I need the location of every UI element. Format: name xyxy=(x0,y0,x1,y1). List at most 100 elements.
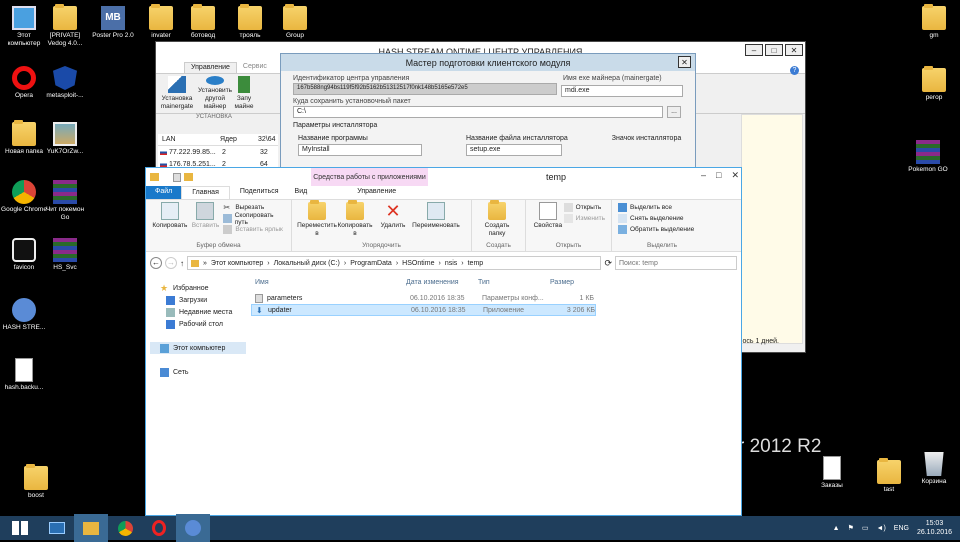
maximize-button[interactable]: □ xyxy=(765,44,783,56)
deselect-button[interactable]: Снять выделение xyxy=(618,213,706,224)
program-name-field[interactable]: MyInstall xyxy=(298,144,422,156)
desktop-left-icon-4[interactable]: ботовод xyxy=(179,4,227,40)
help-icon[interactable]: ? xyxy=(790,66,799,75)
taskbar-powershell[interactable] xyxy=(40,514,74,542)
delete-button[interactable]: ✕ Удалить xyxy=(374,202,412,238)
search-input[interactable] xyxy=(615,256,737,270)
save-path-field[interactable]: C:\ xyxy=(293,106,663,118)
nav-this-pc[interactable]: Этот компьютер xyxy=(150,342,246,354)
tab-home[interactable]: Главная xyxy=(181,186,230,199)
breadcrumb-disk-c[interactable]: Локальный диск (C:) xyxy=(274,260,340,267)
desktop-left-icon-8[interactable]: metasploit-... xyxy=(41,66,89,100)
tray-flag-icon[interactable]: ⚑ xyxy=(848,524,854,532)
close-button[interactable]: ✕ xyxy=(731,170,739,181)
refresh-icon[interactable]: ⟳ xyxy=(604,258,612,269)
desktop-right-icon-2[interactable]: Pokemon GO xyxy=(904,140,952,174)
select-all-button[interactable]: Выделить все xyxy=(618,202,706,213)
desktop-left-icon-1[interactable]: [PRIVATE] Vedog 4.0... xyxy=(41,4,89,48)
breadcrumb-nsis[interactable]: nsis xyxy=(445,260,457,267)
col-date[interactable]: Дата изменения xyxy=(406,279,478,286)
quick-access-folder-icon[interactable] xyxy=(150,173,159,181)
tab-manage[interactable]: Управление xyxy=(347,186,406,199)
copy-button[interactable]: Копировать xyxy=(152,202,188,235)
up-arrow-icon[interactable]: ↑ xyxy=(180,259,184,268)
language-indicator[interactable]: ENG xyxy=(894,525,909,532)
taskbar-opera[interactable] xyxy=(142,514,176,542)
wizard-close-button[interactable]: ✕ xyxy=(678,56,691,68)
tray-up-arrow-icon[interactable]: ▲ xyxy=(833,525,840,532)
file-row[interactable]: ⬇ updater 06.10.2016 18:35 Приложение 3 … xyxy=(251,304,596,316)
tab-view[interactable]: Вид xyxy=(289,186,314,199)
desktop-right-icon-1[interactable]: perop xyxy=(910,66,958,102)
col-arch[interactable]: 32\64 xyxy=(258,136,276,143)
col-cores[interactable]: Ядер xyxy=(220,136,258,143)
copy-path-button[interactable]: Скопировать путь xyxy=(223,212,285,226)
taskbar-chrome[interactable] xyxy=(108,514,142,542)
desktop-left-icon-17[interactable]: boost xyxy=(12,464,60,500)
desktop-left-icon-14[interactable]: HS_Svc xyxy=(41,238,89,272)
wizard-window[interactable]: Мастер подготовки клиентского модуля ✕ И… xyxy=(280,53,696,181)
minimize-button[interactable]: – xyxy=(745,44,763,56)
nav-favorites[interactable]: ★ Избранное xyxy=(160,282,246,294)
new-folder-button[interactable]: Создать папку xyxy=(478,200,516,238)
installer-file-field[interactable]: setup.exe xyxy=(466,144,562,156)
back-arrow-icon[interactable]: ← xyxy=(150,257,162,269)
col-name[interactable]: Имя xyxy=(251,279,406,286)
desktop-left-icon-3[interactable]: invater xyxy=(137,4,185,40)
nav-downloads[interactable]: Загрузки xyxy=(160,294,246,306)
nav-recent[interactable]: Недавние места xyxy=(160,306,246,318)
desktop-left-icon-15[interactable]: HASH STRE... xyxy=(0,298,48,332)
paste-button[interactable]: Вставить xyxy=(188,202,224,235)
browse-button[interactable]: ... xyxy=(667,106,681,118)
maximize-button[interactable]: □ xyxy=(716,170,721,181)
minimize-button[interactable]: – xyxy=(701,170,706,181)
breadcrumb-temp[interactable]: temp xyxy=(468,260,484,267)
file-row[interactable]: parameters 06.10.2016 18:35 Параметры ко… xyxy=(251,292,741,304)
breadcrumb[interactable]: » Этот компьютер › Локальный диск (C:) › P… xyxy=(187,256,602,270)
col-type[interactable]: Тип xyxy=(478,279,550,286)
quick-access-newfolder-icon[interactable] xyxy=(184,173,193,181)
tab-file[interactable]: Файл xyxy=(146,186,182,199)
desktop-left-icon-5[interactable]: трояль xyxy=(226,4,274,40)
explorer-window[interactable]: Средства работы с приложениями temp – □ … xyxy=(145,167,742,516)
desktop-left-icon-12[interactable]: Чит покемон Go xyxy=(41,180,89,222)
desktop-right-icon-3[interactable]: Заказы xyxy=(808,456,856,490)
desktop-left-icon-16[interactable]: hash.backu... xyxy=(0,358,48,392)
start-button[interactable] xyxy=(0,514,40,542)
launch-miner-button[interactable]: Запу майне xyxy=(234,76,254,111)
tab-manage[interactable]: Управление xyxy=(184,62,237,73)
breadcrumb-this-pc[interactable]: Этот компьютер xyxy=(211,260,263,267)
desktop-left-icon-2[interactable]: MB Poster Pro 2.0 xyxy=(89,6,137,40)
tray-network-icon[interactable]: ▭ xyxy=(862,524,869,532)
open-button[interactable]: Открыть xyxy=(563,202,605,213)
move-to-button[interactable]: Переместить в xyxy=(297,200,337,238)
paste-shortcut-button[interactable]: Вставить ярлык xyxy=(223,224,285,235)
nav-desktop[interactable]: Рабочий стол xyxy=(160,318,246,330)
table-row[interactable]: 77.222.99.85... 2 32 xyxy=(158,146,278,158)
properties-button[interactable]: Свойства xyxy=(532,202,564,230)
forward-arrow-icon[interactable]: → xyxy=(165,257,177,269)
tray-volume-icon[interactable]: ◄) xyxy=(877,525,886,532)
desktop-left-icon-10[interactable]: YuK7OrZw... xyxy=(41,122,89,156)
tab-service[interactable]: Сервис xyxy=(237,62,273,73)
nav-network[interactable]: Сеть xyxy=(160,366,246,378)
close-button[interactable]: ✕ xyxy=(785,44,803,56)
col-size[interactable]: Размер xyxy=(550,279,574,286)
quick-access-properties-icon[interactable] xyxy=(173,172,181,182)
exe-field[interactable]: mdi.exe xyxy=(561,85,683,97)
rename-button[interactable]: Переименовать xyxy=(412,202,460,238)
desktop-right-icon-4[interactable]: tast xyxy=(865,458,913,494)
col-lan[interactable]: LAN xyxy=(158,136,220,143)
invert-selection-button[interactable]: Обратить выделение xyxy=(618,224,706,235)
tab-share[interactable]: Поделиться xyxy=(230,186,289,199)
install-other-miner-button[interactable]: Установить другой майнер xyxy=(196,76,234,111)
copy-to-button[interactable]: Копировать в xyxy=(336,200,374,238)
install-mainergate-button[interactable]: Установка mainergate xyxy=(158,76,196,111)
desktop-left-icon-6[interactable]: Group xyxy=(271,4,319,40)
center-id-field[interactable]: 167b588ng94bs119f5f92b5162b51312517f0nk1… xyxy=(293,83,557,95)
taskbar-hash-stream[interactable] xyxy=(176,514,210,542)
breadcrumb-programdata[interactable]: ProgramData xyxy=(350,260,392,267)
clock[interactable]: 15:03 26.10.2016 xyxy=(917,519,952,537)
desktop-right-icon-0[interactable]: gm xyxy=(910,4,958,40)
breadcrumb-hsontime[interactable]: HSOntime xyxy=(402,260,434,267)
